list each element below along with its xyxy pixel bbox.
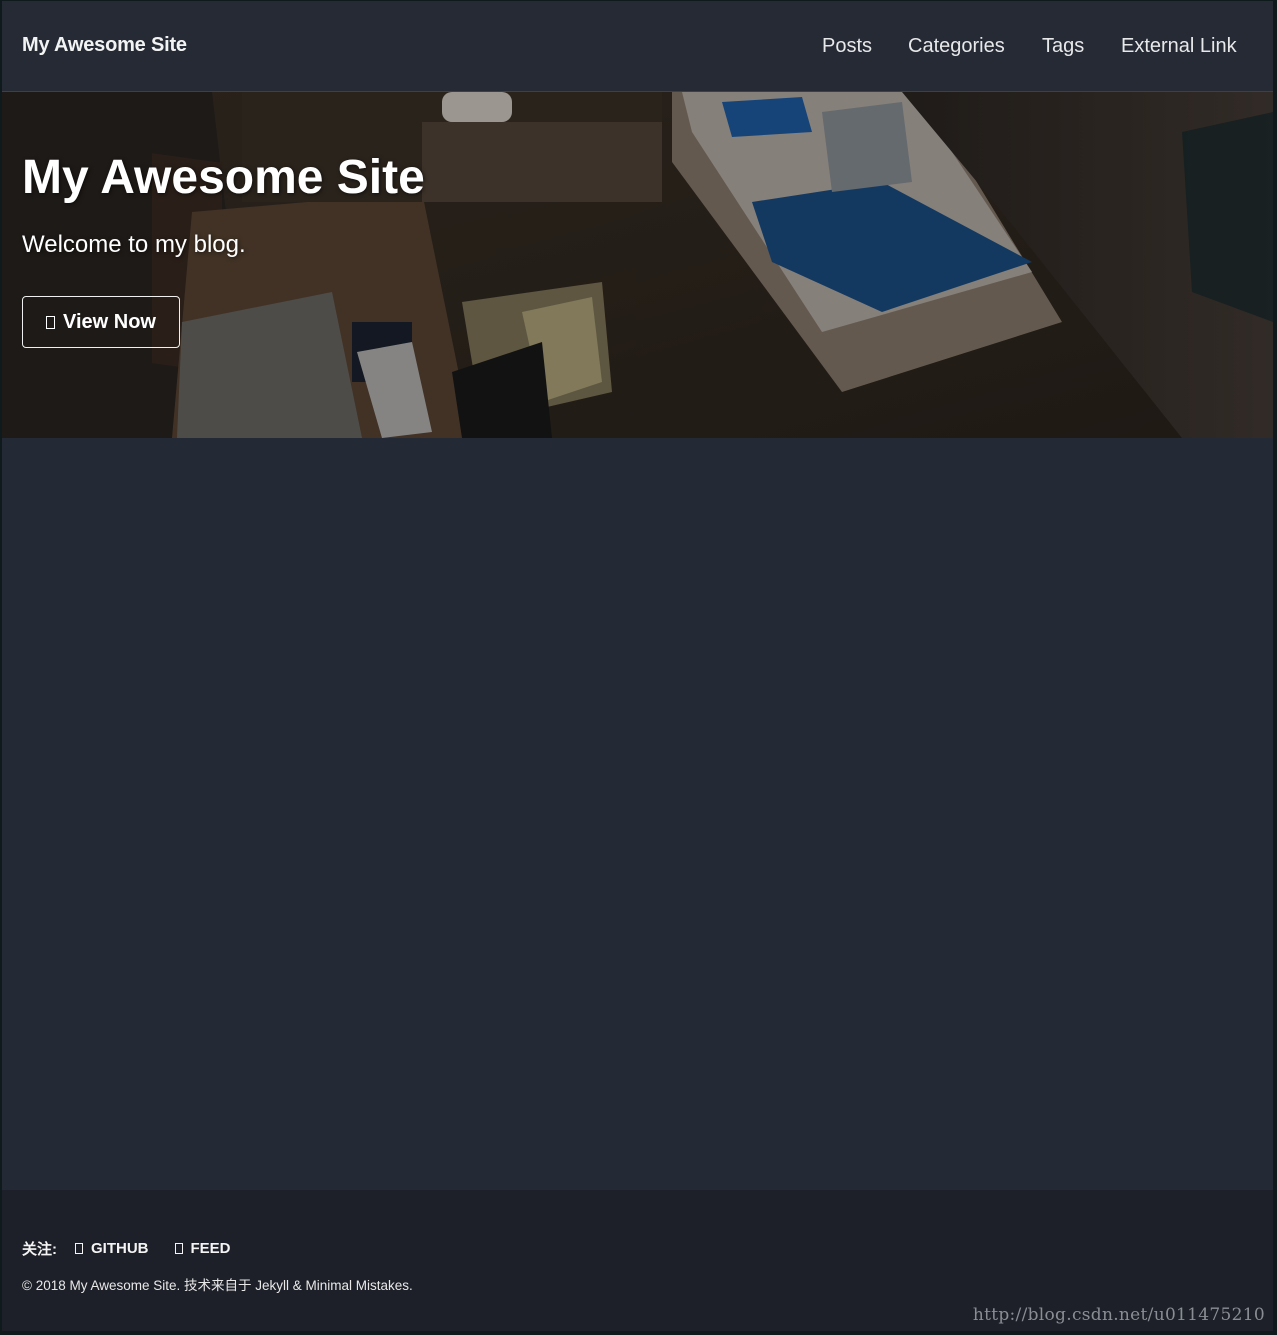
github-label: GITHUB <box>91 1240 149 1257</box>
feed-link[interactable]: FEED <box>174 1240 231 1257</box>
hero-background-image <box>2 92 1273 438</box>
nav-posts[interactable]: Posts <box>822 35 872 58</box>
arrow-icon <box>46 315 55 329</box>
nav-external-link[interactable]: External Link <box>1121 35 1237 58</box>
nav-categories[interactable]: Categories <box>908 35 1005 58</box>
rss-icon <box>174 1243 183 1254</box>
github-link[interactable]: GITHUB <box>75 1240 149 1257</box>
view-now-label: View Now <box>63 310 156 333</box>
site-title-link[interactable]: My Awesome Site <box>22 34 187 57</box>
feed-label: FEED <box>190 1240 231 1257</box>
github-icon <box>75 1243 83 1254</box>
hero-banner: My Awesome Site Welcome to my blog. View… <box>2 92 1273 438</box>
page-footer: 关注: GITHUB FEED © 2018 My Awesome Site. … <box>2 1190 1273 1331</box>
main-content <box>2 438 1273 1190</box>
copyright-text: © 2018 My Awesome Site. 技术来自于 Jekyll & M… <box>22 1278 413 1293</box>
masthead: My Awesome Site Posts Categories Tags Ex… <box>2 1 1273 92</box>
follow-label: 关注: <box>22 1241 57 1258</box>
browser-page: My Awesome Site Posts Categories Tags Ex… <box>2 1 1273 1331</box>
view-now-button[interactable]: View Now <box>22 296 180 348</box>
watermark: http://blog.csdn.net/u011475210 <box>972 1305 1265 1325</box>
nav-tags[interactable]: Tags <box>1042 35 1084 58</box>
hero-title: My Awesome Site <box>22 151 425 204</box>
hero-tagline: Welcome to my blog. <box>22 231 246 258</box>
follow-links: 关注: GITHUB FEED <box>22 1238 231 1259</box>
